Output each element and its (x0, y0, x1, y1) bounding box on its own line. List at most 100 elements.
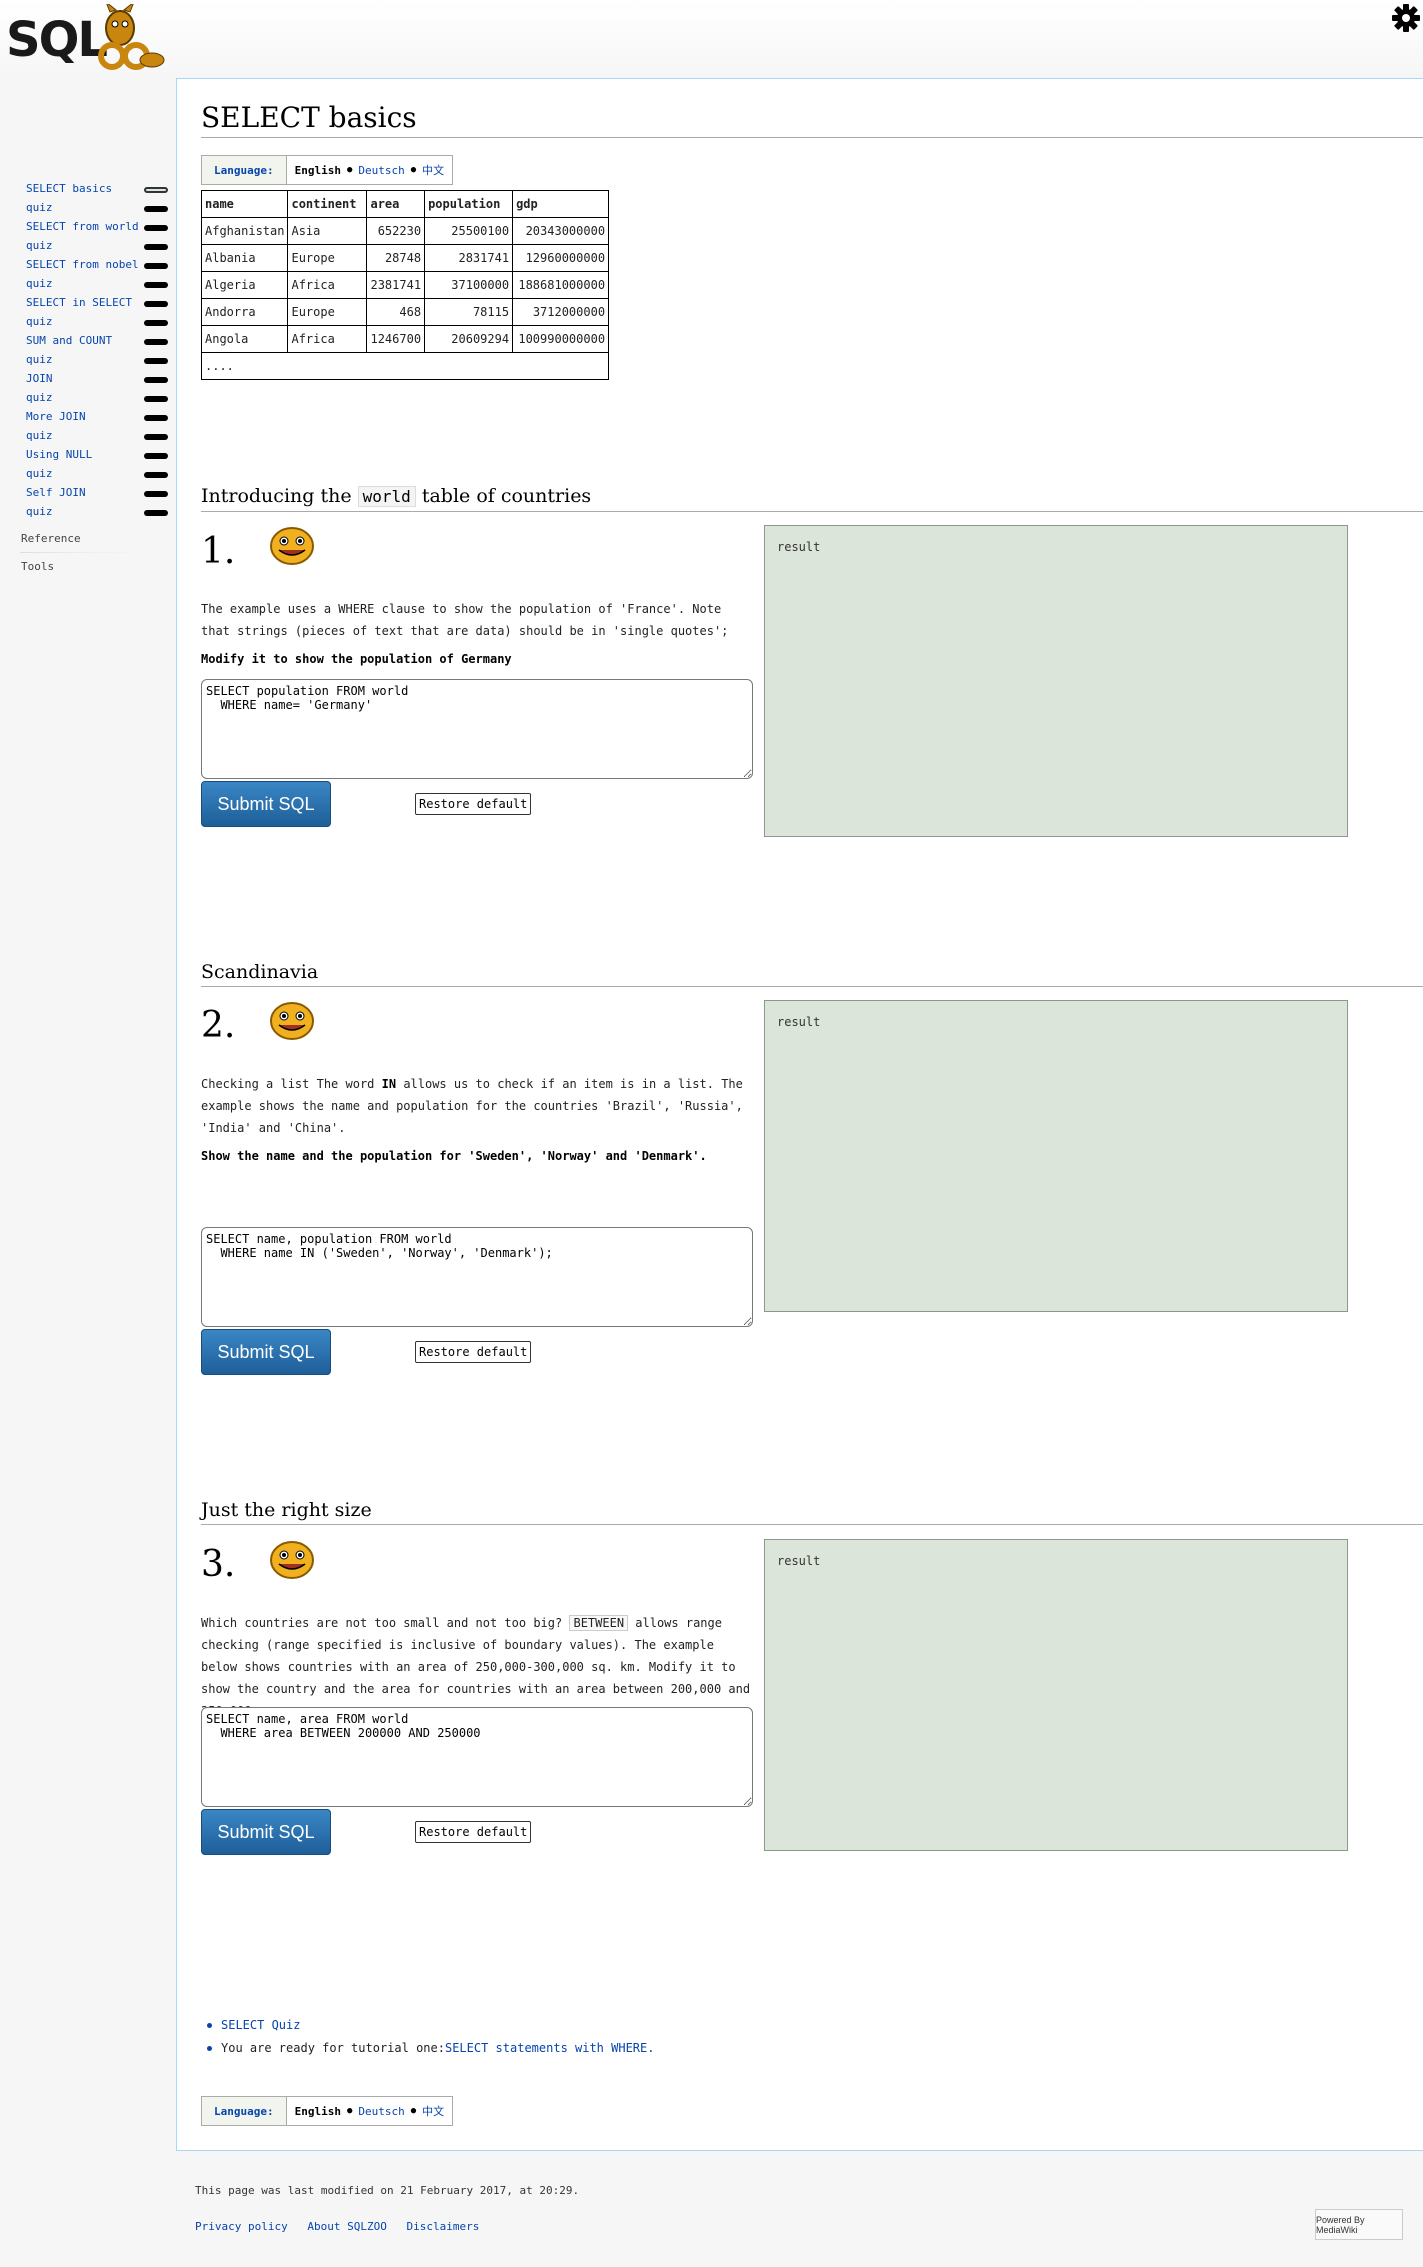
table-cell: Algeria (200, 271, 289, 299)
ready-text: You are ready for tutorial one: (221, 2041, 445, 2055)
question-instruction: Modify it to show the population of Germ… (201, 652, 512, 666)
sidebar-item-label: quiz (26, 467, 53, 480)
table-cell: Africa (287, 271, 368, 299)
progress-bar (144, 434, 168, 440)
language-link-deutsch[interactable]: Deutsch (358, 164, 404, 177)
footer-links: Privacy policy About SQLZOO Disclaimers (195, 2215, 489, 2234)
bullet-icon: ● (410, 165, 417, 175)
table-cell: 78115 (424, 298, 514, 326)
language-label: Language: (202, 2097, 287, 2125)
table-cell: 37100000 (424, 271, 514, 299)
result-label: result (777, 1015, 821, 1029)
page-title: SELECT basics (201, 101, 417, 134)
sidebar-item-quiz[interactable]: quiz (26, 429, 168, 443)
language-link-chinese[interactable]: 中文 (422, 2103, 444, 2119)
column-header: gdp (512, 190, 610, 218)
about-link[interactable]: About SQLZOO (307, 2220, 386, 2233)
title-divider (201, 137, 1423, 138)
bullet-icon: ● (346, 2106, 353, 2116)
svg-text:SQL: SQL (6, 12, 107, 68)
sidebar-item-using-null[interactable]: Using NULL (26, 448, 168, 462)
sidebar-item-quiz[interactable]: quiz (26, 467, 168, 481)
section-heading-2: Scandinavia (201, 961, 319, 983)
sidebar-item-join[interactable]: JOIN (26, 372, 168, 386)
heading-text: Introducing the (201, 485, 352, 507)
restore-default-button[interactable]: Restore default (415, 793, 532, 815)
sidebar-item-quiz[interactable]: quiz (26, 315, 168, 329)
progress-bar (144, 320, 168, 326)
sidebar-item-sum-and-count[interactable]: SUM and COUNT (26, 334, 168, 348)
table-row: Andorra Europe 468 78115 3712000000 (200, 298, 610, 326)
sidebar-item-select-basics[interactable]: SELECT basics (26, 182, 168, 196)
sidebar-item-quiz[interactable]: quiz (26, 505, 168, 519)
table-row: Angola Africa 1246700 20609294 100990000… (200, 325, 610, 353)
submit-sql-button[interactable]: Submit SQL (201, 1809, 331, 1855)
section-divider (201, 511, 1423, 512)
progress-bar (144, 377, 168, 383)
sidebar-item-label: Self JOIN (26, 486, 86, 499)
progress-bar (144, 510, 168, 516)
mediawiki-badge[interactable]: Powered By MediaWiki (1315, 2209, 1403, 2240)
submit-sql-button[interactable]: Submit SQL (201, 1329, 331, 1375)
disclaimers-link[interactable]: Disclaimers (406, 2220, 479, 2233)
sidebar-item-label: quiz (26, 353, 53, 366)
sql-input[interactable]: SELECT name, area FROM world WHERE area … (201, 1707, 753, 1807)
sidebar-item-label: SELECT from nobel (26, 258, 139, 271)
sidebar-item-select-in-select[interactable]: SELECT in SELECT (26, 296, 168, 310)
question-text: Which countries are not too small and no… (201, 1612, 753, 1722)
sidebar-item-quiz[interactable]: quiz (26, 201, 168, 215)
privacy-policy-link[interactable]: Privacy policy (195, 2220, 288, 2233)
column-header: area (366, 190, 426, 218)
gear-icon[interactable] (1391, 3, 1421, 33)
language-link-deutsch[interactable]: Deutsch (358, 2105, 404, 2118)
sidebar-tools[interactable]: Tools (21, 560, 54, 573)
progress-bar (144, 282, 168, 288)
next-steps-list: SELECT Quiz You are ready for tutorial o… (207, 2014, 654, 2060)
progress-bar (144, 491, 168, 497)
list-item: You are ready for tutorial one:SELECT st… (207, 2037, 654, 2060)
language-label: Language: (202, 156, 287, 184)
question-text: The example uses a WHERE clause to show … (201, 602, 729, 638)
table-cell: 1246700 (366, 325, 426, 353)
table-cell: Asia (287, 217, 368, 245)
table-cell: 188681000000 (512, 271, 610, 299)
sidebar-item-self-join[interactable]: Self JOIN (26, 486, 168, 500)
sidebar-item-quiz[interactable]: quiz (26, 353, 168, 367)
result-panel: result (764, 1539, 1348, 1851)
result-panel: result (764, 525, 1348, 837)
sidebar-item-label: JOIN (26, 372, 53, 385)
sql-input[interactable]: SELECT name, population FROM world WHERE… (201, 1227, 753, 1327)
sql-input[interactable]: SELECT population FROM world WHERE name=… (201, 679, 753, 779)
sidebar-item-select-from-nobel[interactable]: SELECT from nobel (26, 258, 168, 272)
restore-default-button[interactable]: Restore default (415, 1821, 532, 1843)
sidebar-item-label: quiz (26, 315, 53, 328)
table-cell: Albania (200, 244, 289, 272)
tutorial-one-link[interactable]: SELECT statements with WHERE. (445, 2041, 655, 2055)
smiley-icon (269, 1001, 315, 1041)
progress-bar (144, 301, 168, 307)
sidebar-item-more-join[interactable]: More JOIN (26, 410, 168, 424)
progress-bar (144, 244, 168, 250)
table-cell: 468 (366, 298, 426, 326)
select-quiz-link[interactable]: SELECT Quiz (221, 2018, 300, 2032)
sidebar-item-quiz[interactable]: quiz (26, 391, 168, 405)
heading-code: world (357, 486, 416, 507)
sidebar-item-label: SUM and COUNT (26, 334, 113, 347)
progress-bar (144, 453, 168, 459)
sqlzoo-logo[interactable]: SQL (6, 0, 172, 70)
sidebar-item-quiz[interactable]: quiz (26, 239, 168, 253)
language-link-chinese[interactable]: 中文 (422, 162, 444, 178)
sidebar-item-quiz[interactable]: quiz (26, 277, 168, 291)
sidebar-reference[interactable]: Reference (21, 532, 81, 545)
table-ellipsis: .... (200, 352, 610, 380)
sidebar-item-select-from-world[interactable]: SELECT from world (26, 220, 168, 234)
submit-sql-button[interactable]: Submit SQL (201, 781, 331, 827)
table-header-row: name continent area population gdp (200, 190, 610, 218)
table-row: .... (200, 352, 610, 380)
language-selector-bottom: Language: English ● Deutsch ● 中文 (201, 2096, 454, 2126)
restore-default-button[interactable]: Restore default (415, 1341, 532, 1363)
main-content: SELECT basics Language: English ● Deutsc… (176, 78, 1423, 2151)
sidebar-item-label: quiz (26, 505, 53, 518)
bullet-icon: ● (346, 165, 353, 175)
bullet-icon: ● (410, 2106, 417, 2116)
